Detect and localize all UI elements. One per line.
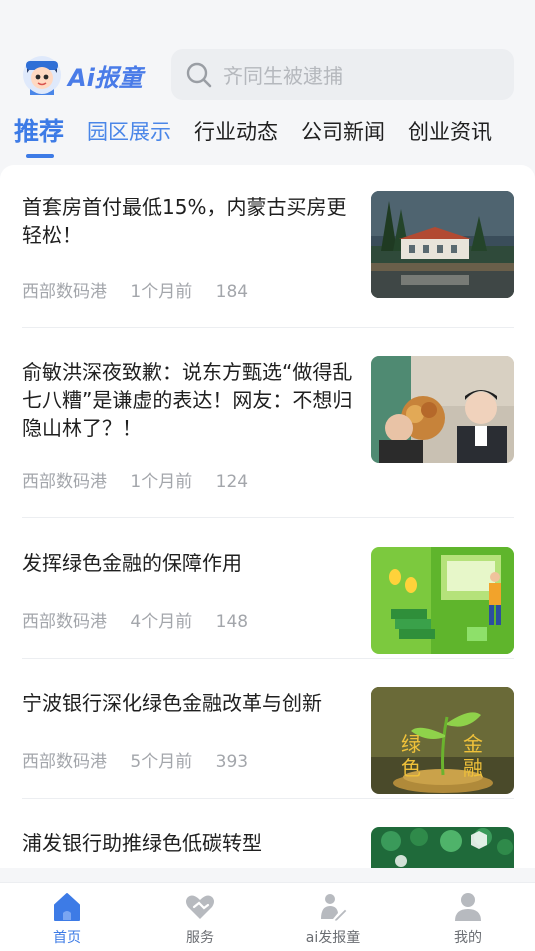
thumb-text-lv: 绿 (401, 732, 421, 756)
article-title: 俞敏洪深夜致歉：说东方甄选“做得乱七八糟”是谦虚的表达！网友：不想归隐山林了？！ (22, 360, 353, 440)
app-logo-text: Ai报童 (68, 63, 143, 92)
tab-recommend[interactable]: 推荐 (14, 112, 64, 148)
article-time: 4个月前 (130, 612, 193, 632)
article-thumbnail (371, 547, 514, 654)
app-logo[interactable]: Ai报童 (22, 53, 143, 97)
nav-label-home: 首页 (53, 930, 81, 946)
article-title: 首套房首付最低15%，内蒙古买房更轻松！ (22, 195, 347, 247)
article-source: 西部数码港 (22, 752, 107, 772)
article-feed[interactable]: 首套房首付最低15%，内蒙古买房更轻松！ 西部数码港 1个月前 184 俞敏洪深… (0, 165, 535, 868)
article-item[interactable]: 发挥绿色金融的保障作用 西部数码港 4个月前 148 (22, 547, 514, 659)
article-title: 发挥绿色金融的保障作用 (22, 551, 242, 575)
nav-ai-publish[interactable]: ai发报童 (283, 891, 383, 947)
article-source: 西部数码港 (22, 612, 107, 632)
nav-home[interactable]: 首页 (17, 891, 117, 947)
article-source: 西部数码港 (22, 282, 107, 302)
thumb-text-jin: 金 (463, 732, 483, 756)
article-thumbnail (371, 191, 514, 298)
tab-park-showcase[interactable]: 园区展示 (87, 116, 171, 146)
article-item[interactable]: 浦发银行助推绿色低碳转型 (22, 827, 514, 868)
nav-label-services: 服务 (186, 930, 214, 946)
search-icon (186, 62, 212, 87)
search-placeholder: 齐同生被逮捕 (223, 64, 343, 88)
article-title: 浦发银行助推绿色低碳转型 (22, 831, 262, 855)
nav-label-ai-publish: ai发报童 (305, 930, 361, 946)
bottom-navigation: 首页 服务 ai发报童 我的 (0, 882, 535, 951)
article-views: 393 (215, 752, 249, 772)
article-divider (22, 327, 514, 328)
user-icon (455, 893, 481, 921)
article-title: 宁波银行深化绿色金融改革与创新 (22, 691, 322, 715)
article-meta: 西部数码港 1个月前 124 (22, 467, 266, 492)
tab-industry-news[interactable]: 行业动态 (194, 116, 278, 146)
article-views: 124 (215, 472, 249, 492)
article-item[interactable]: 俞敏洪深夜致歉：说东方甄选“做得乱七八糟”是谦虚的表达！网友：不想归隐山林了？！… (22, 356, 514, 498)
tab-startup-info[interactable]: 创业资讯 (408, 116, 492, 146)
nav-services[interactable]: 服务 (150, 891, 250, 947)
article-divider (22, 798, 514, 799)
nav-label-profile: 我的 (454, 930, 482, 946)
article-meta: 西部数码港 5个月前 393 (22, 747, 266, 772)
search-bar[interactable]: 齐同生被逮捕 (171, 49, 514, 100)
article-divider (22, 517, 514, 518)
article-time: 5个月前 (130, 752, 193, 772)
heart-handshake-icon (186, 895, 214, 919)
home-icon (54, 893, 80, 921)
robot-avatar-icon (22, 53, 62, 97)
article-time: 1个月前 (130, 282, 193, 302)
active-tab-indicator (26, 154, 54, 158)
tab-company-news[interactable]: 公司新闻 (301, 116, 385, 146)
article-item[interactable]: 首套房首付最低15%，内蒙古买房更轻松！ 西部数码港 1个月前 184 (22, 191, 514, 303)
article-divider (22, 658, 514, 659)
article-item[interactable]: 宁波银行深化绿色金融改革与创新 西部数码港 5个月前 393 绿 色 金 融 (22, 687, 514, 799)
article-meta: 西部数码港 4个月前 148 (22, 607, 266, 632)
article-time: 1个月前 (130, 472, 193, 492)
app-header: Ai报童 齐同生被逮捕 推荐 园区展示 行业动态 公司新闻 创业资讯 (0, 0, 535, 165)
article-views: 184 (215, 282, 249, 302)
thumb-text-rong: 融 (463, 756, 483, 780)
article-meta: 西部数码港 1个月前 184 (22, 277, 266, 302)
category-tabs: 推荐 园区展示 行业动态 公司新闻 创业资讯 (0, 110, 535, 160)
article-views: 148 (215, 612, 249, 632)
article-thumbnail: 绿 色 金 融 (371, 687, 514, 794)
article-thumbnail (371, 356, 514, 463)
article-source: 西部数码港 (22, 472, 107, 492)
nav-profile[interactable]: 我的 (418, 891, 518, 947)
writer-icon (321, 894, 348, 922)
article-thumbnail (371, 827, 514, 868)
thumb-text-se: 色 (401, 756, 421, 780)
